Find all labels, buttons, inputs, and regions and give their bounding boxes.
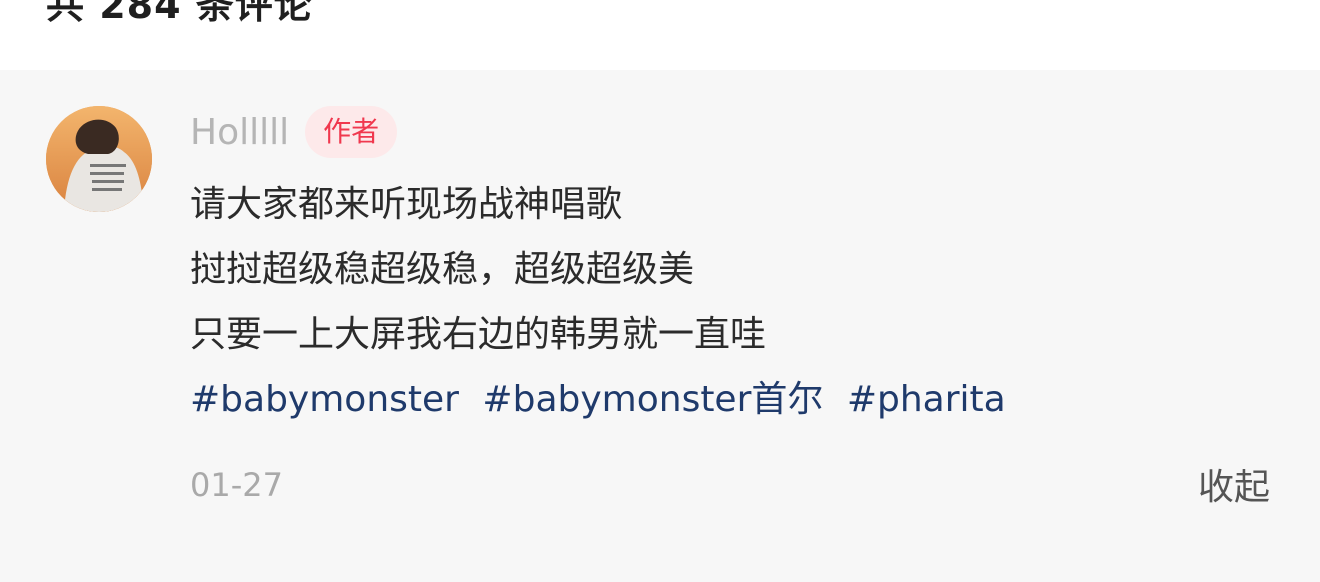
hashtag-link[interactable]: #pharita bbox=[847, 379, 1006, 420]
hashtag-link[interactable]: #babymonster bbox=[190, 379, 459, 420]
author-badge: 作者 bbox=[305, 106, 398, 158]
comment-line: 只要一上大屏我右边的韩男就一直哇 bbox=[190, 314, 767, 355]
collapse-button[interactable]: 收起 bbox=[1198, 458, 1270, 510]
author-row: Holllll 作者 bbox=[190, 106, 398, 158]
avatar-photo-icon bbox=[46, 106, 152, 212]
hashtag-row: #babymonster #babymonster首尔 #pharita bbox=[190, 367, 1270, 432]
comment-count-title: 共 284 条评论 bbox=[46, 0, 313, 27]
comment-item: Holllll 作者 请大家都来听现场战神唱歌 挝挝超级稳超级稳，超级超级美 只… bbox=[0, 70, 1320, 582]
comment-line: 请大家都来听现场战神唱歌 bbox=[190, 184, 623, 225]
user-avatar[interactable] bbox=[46, 106, 152, 212]
username[interactable]: Holllll bbox=[190, 112, 289, 153]
comments-header: 共 284 条评论 bbox=[0, 0, 1320, 70]
comment-body: 请大家都来听现场战神唱歌 挝挝超级稳超级稳，超级超级美 只要一上大屏我右边的韩男… bbox=[190, 172, 1270, 432]
comment-date: 01-27 bbox=[190, 466, 283, 504]
hashtag-link[interactable]: #babymonster首尔 bbox=[482, 379, 823, 420]
comment-line: 挝挝超级稳超级稳，超级超级美 bbox=[190, 249, 695, 290]
